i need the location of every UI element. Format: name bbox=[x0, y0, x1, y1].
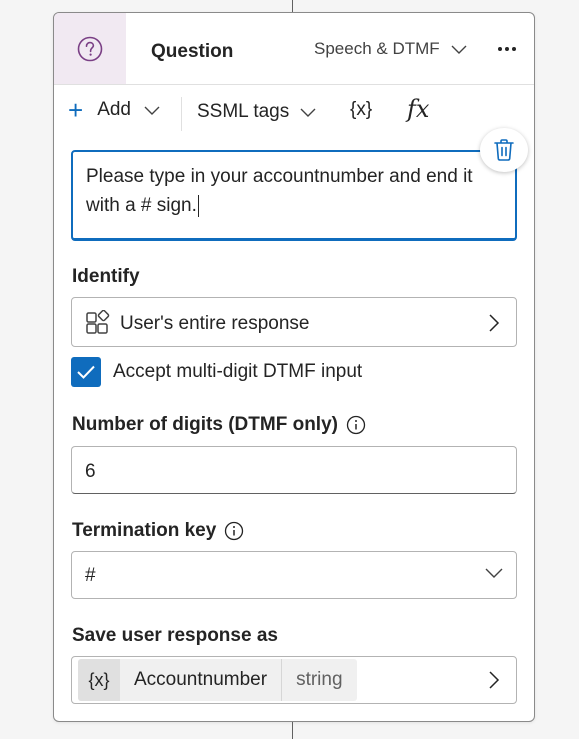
formula-icon: fx bbox=[407, 95, 430, 123]
termination-value: # bbox=[85, 565, 96, 586]
termination-label-row: Termination key bbox=[72, 520, 244, 542]
input-mode-label: Speech & DTMF bbox=[314, 39, 440, 58]
chevron-right-icon bbox=[489, 671, 500, 689]
entity-icon bbox=[86, 310, 110, 334]
more-options-button[interactable] bbox=[495, 37, 519, 61]
chevron-down-icon bbox=[144, 106, 160, 115]
info-icon[interactable] bbox=[224, 521, 244, 541]
digits-label: Number of digits (DTMF only) bbox=[72, 414, 338, 435]
digits-label-row: Number of digits (DTMF only) bbox=[72, 414, 366, 436]
variable-chip[interactable]: {x} Accountnumber string bbox=[78, 659, 357, 701]
text-caret bbox=[197, 194, 199, 217]
insert-formula-button[interactable]: fx bbox=[407, 95, 429, 123]
variable-name: Accountnumber bbox=[120, 659, 283, 701]
input-mode-dropdown[interactable]: Speech & DTMF bbox=[314, 39, 468, 59]
multi-digit-checkbox[interactable] bbox=[71, 357, 101, 387]
insert-variable-button[interactable]: {x} bbox=[350, 99, 372, 121]
chevron-down-icon bbox=[451, 45, 467, 54]
save-response-label: Save user response as bbox=[72, 625, 278, 646]
variable-icon: {x} bbox=[78, 659, 120, 701]
ssml-tags-dropdown[interactable]: SSML tags bbox=[197, 101, 317, 123]
variable-type: string bbox=[282, 659, 357, 701]
identify-selector[interactable]: User's entire response bbox=[71, 297, 517, 347]
prompt-text: Please type in your accountnumber and en… bbox=[86, 166, 473, 216]
chevron-right-icon bbox=[489, 314, 500, 332]
ssml-tags-label: SSML tags bbox=[197, 101, 290, 122]
question-node-card[interactable]: Question Speech & DTMF + Add SSML tags {… bbox=[53, 12, 535, 722]
add-label: Add bbox=[97, 99, 131, 120]
toolbar-divider bbox=[181, 97, 182, 131]
chevron-down-icon bbox=[300, 108, 316, 117]
multi-digit-label: Accept multi-digit DTMF input bbox=[113, 361, 363, 382]
node-title: Question bbox=[151, 41, 234, 62]
termination-label: Termination key bbox=[72, 520, 217, 541]
question-icon bbox=[54, 13, 126, 84]
chevron-down-icon bbox=[485, 568, 503, 578]
prompt-textarea[interactable]: Please type in your accountnumber and en… bbox=[71, 150, 517, 241]
multi-digit-checkbox-row[interactable]: Accept multi-digit DTMF input bbox=[71, 357, 362, 387]
connector-line-top bbox=[292, 0, 293, 12]
checkmark-icon bbox=[77, 365, 95, 379]
identify-label: Identify bbox=[72, 266, 140, 287]
info-icon[interactable] bbox=[346, 415, 366, 435]
trash-icon bbox=[494, 139, 514, 161]
node-header: Question Speech & DTMF bbox=[54, 13, 534, 85]
identify-value: User's entire response bbox=[120, 313, 310, 334]
prompt-toolbar: + Add SSML tags {x} fx bbox=[54, 85, 534, 141]
plus-icon: + bbox=[68, 95, 84, 125]
add-button[interactable]: + Add bbox=[68, 95, 161, 125]
connector-line-bottom bbox=[292, 722, 293, 739]
termination-key-dropdown[interactable]: # bbox=[71, 551, 517, 599]
delete-prompt-button[interactable] bbox=[480, 128, 528, 172]
digits-input[interactable]: 6 bbox=[71, 446, 517, 494]
digits-value: 6 bbox=[85, 461, 96, 482]
variable-icon: {x} bbox=[350, 99, 373, 120]
save-variable-selector[interactable]: {x} Accountnumber string bbox=[71, 656, 517, 704]
